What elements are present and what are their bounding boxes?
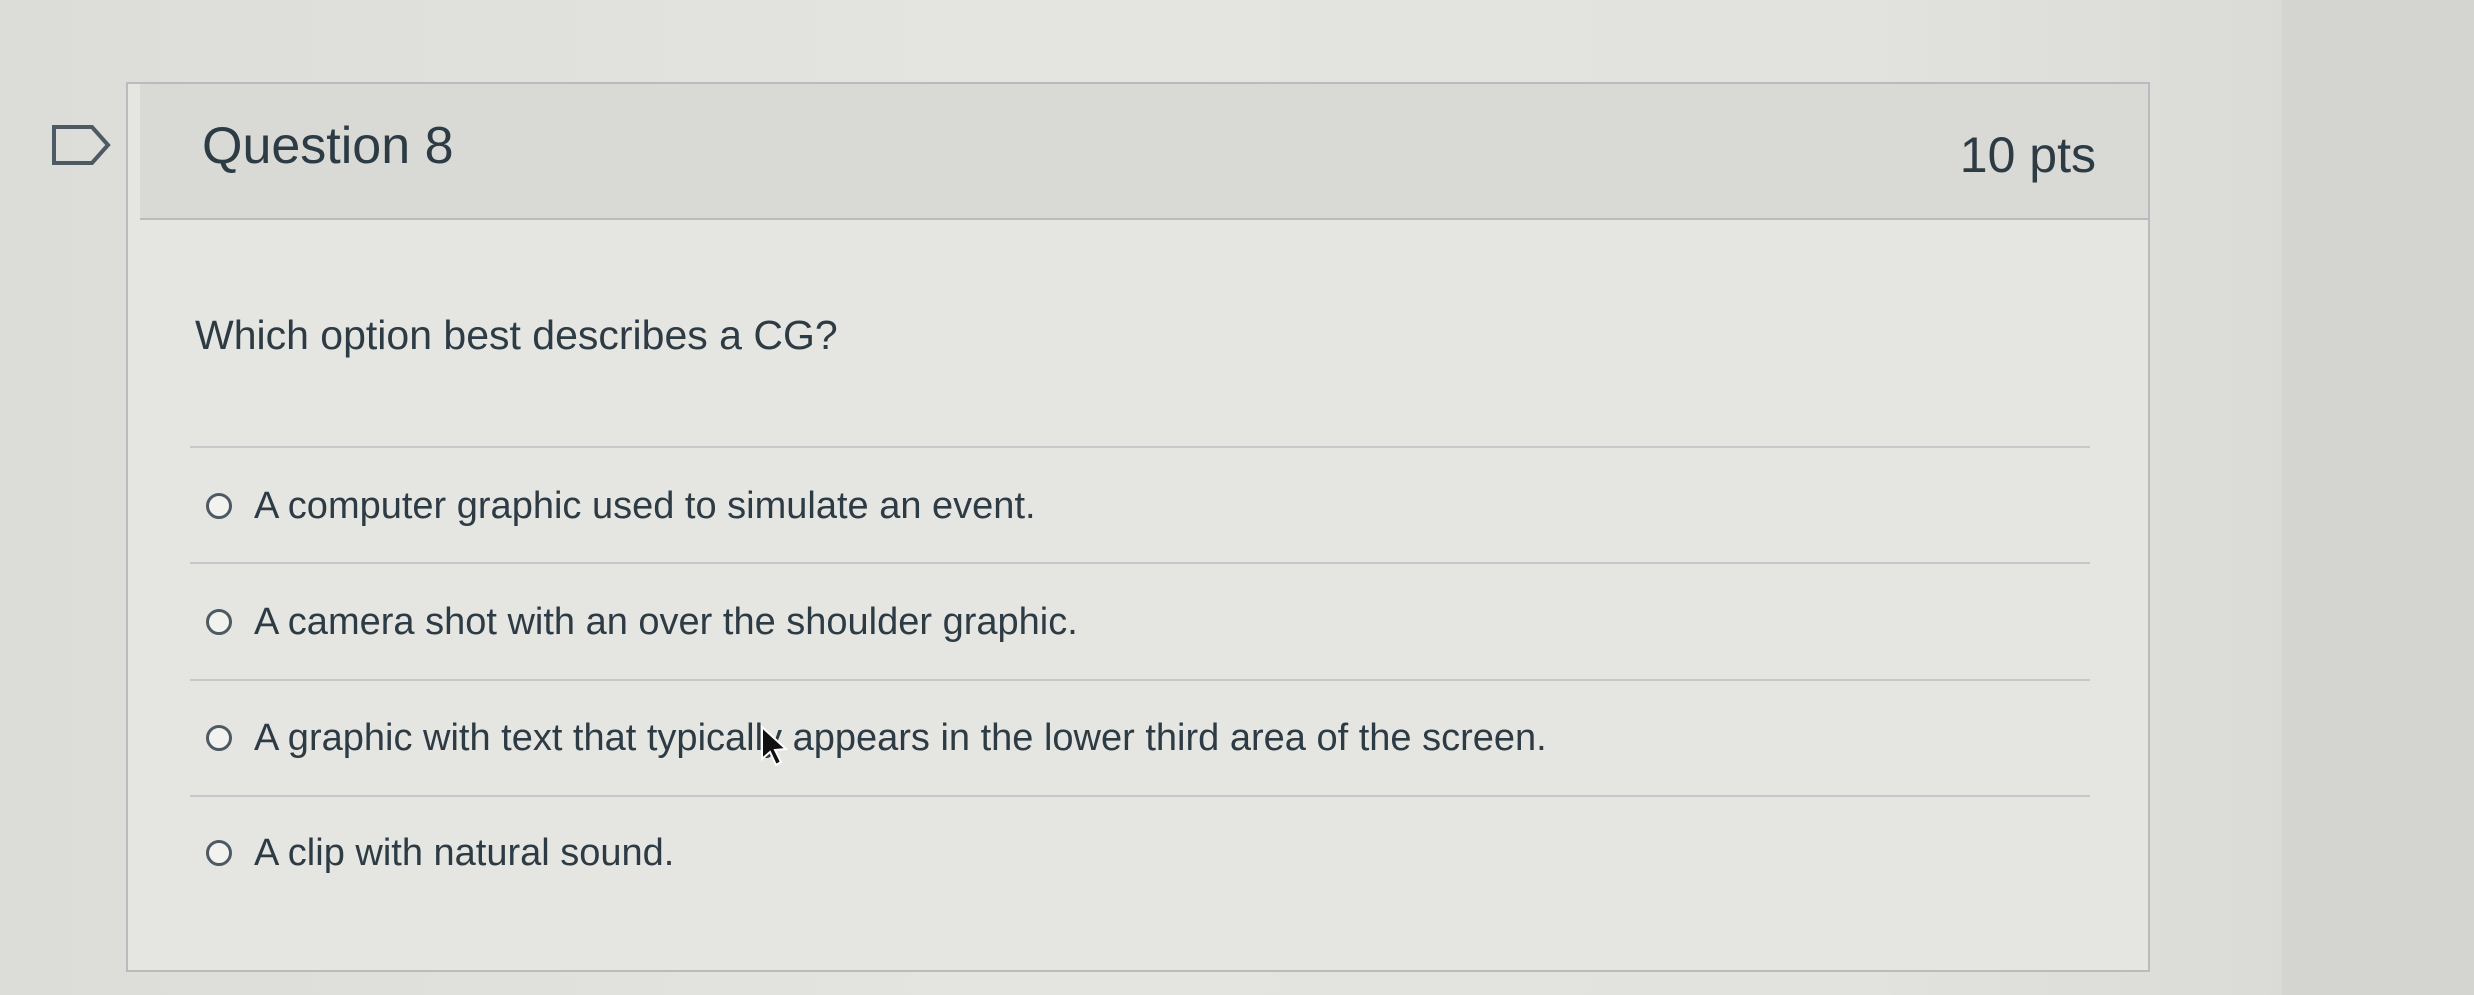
answer-divider [190, 446, 2090, 448]
radio-button[interactable] [206, 725, 232, 751]
answer-option-1[interactable]: A computer graphic used to simulate an e… [206, 476, 1036, 536]
answer-option-2[interactable]: A camera shot with an over the shoulder … [206, 592, 1078, 652]
answer-label: A computer graphic used to simulate an e… [254, 484, 1036, 527]
radio-button[interactable] [206, 840, 232, 866]
radio-button[interactable] [206, 609, 232, 635]
answer-divider [190, 795, 2090, 797]
answer-divider [190, 679, 2090, 681]
answer-option-3[interactable]: A graphic with text that typically appea… [206, 708, 1547, 768]
question-card: Question 8 10 pts Which option best desc… [126, 82, 2150, 972]
answer-label: A camera shot with an over the shoulder … [254, 600, 1078, 643]
question-title: Question 8 [202, 117, 454, 175]
flag-icon[interactable] [50, 123, 112, 167]
answer-label: A graphic with text that typically appea… [254, 716, 1547, 759]
question-header: Question 8 10 pts [140, 84, 2148, 220]
answer-label: A clip with natural sound. [254, 831, 675, 874]
mouse-cursor-icon [761, 724, 789, 767]
answer-divider [190, 562, 2090, 564]
radio-button[interactable] [206, 493, 232, 519]
background-panel [2282, 0, 2474, 995]
question-points: 10 pts [1959, 127, 2096, 183]
question-prompt: Which option best describes a CG? [195, 312, 838, 358]
answer-option-4[interactable]: A clip with natural sound. [206, 823, 674, 883]
